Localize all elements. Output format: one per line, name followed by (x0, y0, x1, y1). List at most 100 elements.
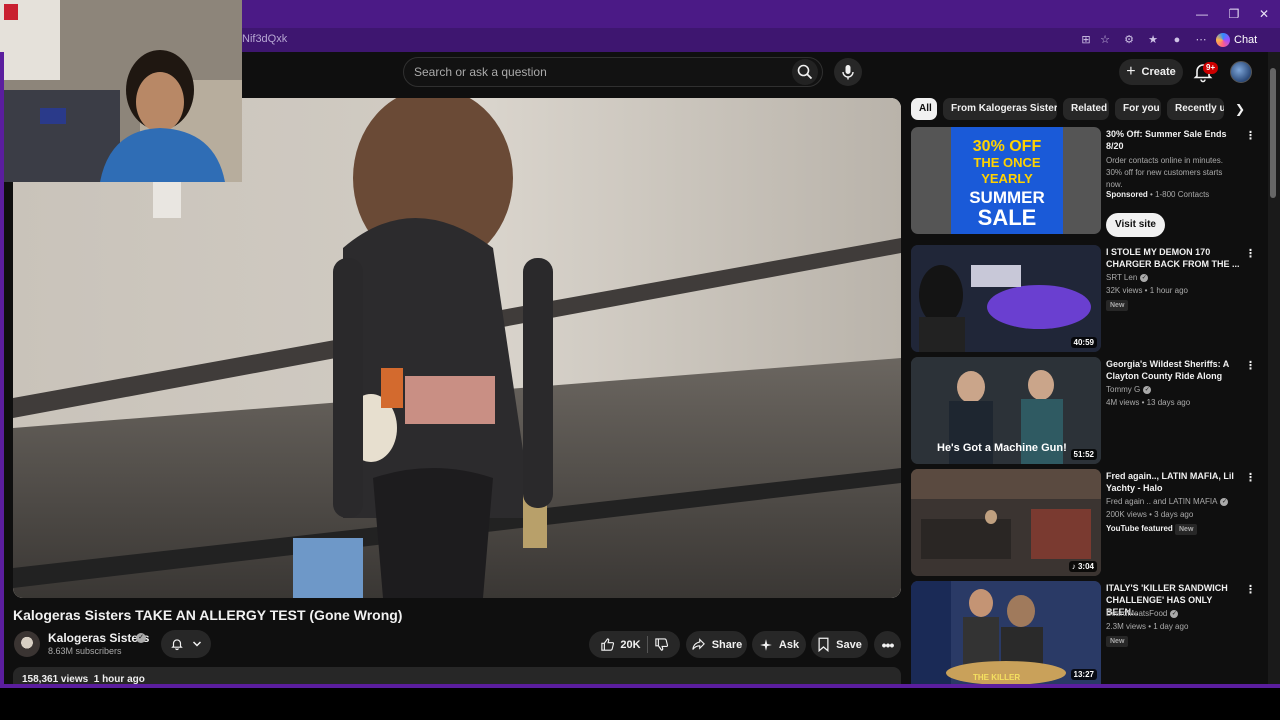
visit-site-button[interactable]: Visit site (1106, 213, 1165, 237)
video-thumbnail[interactable]: 40:59 (911, 245, 1101, 352)
subscription-notifications-button[interactable] (161, 630, 211, 658)
video-stats: 2.3M views • 1 day ago (1106, 622, 1189, 631)
dislike-button[interactable] (654, 637, 669, 652)
ad-thumb-text-2: THE ONCE (973, 155, 1041, 170)
search-box[interactable] (403, 57, 823, 87)
channel-name-text: Fred again .. and LATIN MAFIA (1106, 497, 1218, 506)
more-vertical-icon[interactable]: ⋮ (1245, 129, 1256, 143)
copilot-chat-button[interactable]: Chat (1216, 31, 1257, 49)
description-box[interactable] (13, 667, 901, 684)
search-icon (797, 64, 813, 80)
advertiser-name: 1-800 Contacts (1155, 190, 1210, 199)
thumbs-up-icon (601, 638, 615, 651)
minimize-icon[interactable]: — (1190, 4, 1214, 24)
video-thumbnail[interactable]: He's Got a Machine Gun! 51:52 (911, 357, 1101, 464)
plus-icon: + (1126, 63, 1136, 80)
verified-check-icon: ✓ (1140, 273, 1149, 282)
more-horizontal-icon: ••• (881, 636, 895, 653)
create-label: Create (1141, 66, 1176, 78)
chat-label: Chat (1234, 34, 1258, 46)
verified-check-icon: ✓ (1220, 497, 1229, 506)
channel-avatar[interactable] (14, 631, 40, 657)
video-stats: 200K views • 3 days ago (1106, 510, 1194, 519)
close-icon[interactable]: ✕ (1252, 4, 1276, 24)
video-title-link[interactable]: Georgia's Wildest Sheriffs: A Clayton Co… (1106, 358, 1241, 382)
ask-label: Ask (778, 638, 800, 651)
chip-recently-uploaded[interactable]: Recently up (1167, 98, 1224, 120)
extensions-icon[interactable]: ⚙ (1121, 32, 1137, 48)
video-title-link[interactable]: I STOLE MY DEMON 170 CHARGER BACK FROM T… (1106, 246, 1241, 270)
thumbnail-caption: THE KILLER (973, 673, 1021, 682)
new-badge: New (1106, 300, 1129, 311)
app-available-icon[interactable]: ⊞ (1078, 32, 1094, 48)
featured-label: YouTube featured (1106, 524, 1173, 533)
more-vertical-icon[interactable]: ⋮ (1245, 359, 1256, 373)
account-avatar[interactable] (1230, 61, 1252, 83)
save-button[interactable]: Save (811, 631, 868, 658)
video-channel[interactable]: SRT Len ✓ (1106, 272, 1149, 284)
ask-button[interactable]: Ask (752, 631, 806, 658)
like-divider (646, 636, 648, 653)
ad-description: Order contacts online in minutes. 30% of… (1106, 156, 1223, 189)
favorites-icon[interactable]: ★ (1145, 32, 1161, 48)
create-button[interactable]: + Create (1119, 59, 1183, 85)
more-menu-icon[interactable]: ⋯ (1193, 32, 1209, 48)
new-badge: New (1106, 636, 1129, 647)
channel-name-text: BeardMeatsFood (1106, 609, 1168, 618)
bottom-black-bar (0, 688, 1280, 720)
channel-name-text: Tommy G (1106, 385, 1141, 394)
like-button[interactable]: 20K (600, 637, 641, 652)
video-stats: 32K views • 1 hour ago (1106, 286, 1188, 295)
chip-all[interactable]: All (911, 98, 937, 120)
microphone-icon (842, 65, 854, 80)
favorite-star-icon[interactable]: ☆ (1097, 32, 1113, 48)
share-button[interactable]: Share (686, 631, 747, 658)
thumbs-down-icon (654, 638, 668, 651)
search-input[interactable] (414, 64, 774, 80)
restore-icon[interactable]: ❐ (1222, 4, 1246, 24)
new-badge: New (1175, 524, 1198, 535)
video-title-link[interactable]: Fred again.., LATIN MAFIA, Lil Yachty - … (1106, 470, 1241, 494)
webcam-overlay (0, 0, 242, 182)
video-thumbnail[interactable]: THE KILLER 13:27 (911, 581, 1101, 684)
video-thumbnail[interactable]: ♪ 3:04 (911, 469, 1101, 576)
like-count: 20K (620, 638, 641, 651)
video-channel[interactable]: Tommy G ✓ (1106, 384, 1152, 396)
search-button[interactable] (792, 59, 818, 85)
more-vertical-icon[interactable]: ⋮ (1245, 247, 1256, 261)
save-label: Save (836, 638, 862, 651)
like-dislike-group: 20K (589, 631, 680, 658)
address-url-text[interactable]: Nif3dQxk (242, 33, 287, 45)
ad-thumbnail[interactable]: 30% OFF THE ONCE YEARLY SUMMER SALE (911, 127, 1101, 234)
chevron-right-icon[interactable]: ❯ (1230, 99, 1250, 119)
sponsored-label: Sponsored (1106, 190, 1148, 199)
more-vertical-icon[interactable]: ⋮ (1245, 583, 1256, 597)
copilot-icon (1216, 33, 1230, 47)
chip-for-you[interactable]: For you (1115, 98, 1161, 120)
ad-title[interactable]: 30% Off: Summer Sale Ends 8/20 (1106, 128, 1241, 152)
chip-from-channel[interactable]: From Kalogeras Sisters (943, 98, 1057, 120)
profile-icon[interactable]: ● (1169, 32, 1185, 48)
verified-check-icon: ✓ (136, 633, 146, 643)
video-duration: 13:27 (1070, 669, 1097, 680)
ad-sponsor-line: Sponsored • 1-800 Contacts (1106, 190, 1210, 199)
bookmark-icon (818, 637, 829, 652)
voice-search-button[interactable] (834, 58, 862, 86)
video-channel[interactable]: BeardMeatsFood ✓ (1106, 608, 1179, 620)
share-label: Share (711, 638, 743, 651)
ad-thumb-text-3: YEARLY (981, 171, 1033, 186)
ad-thumb-text-5: SALE (978, 205, 1037, 230)
more-actions-button[interactable]: ••• (874, 631, 901, 658)
video-duration: 51:52 (1070, 449, 1097, 460)
music-note-icon: ♪ (1071, 562, 1076, 571)
verified-check-icon: ✓ (1170, 609, 1179, 618)
channel-name[interactable]: Kalogeras Sisters (48, 631, 149, 645)
more-vertical-icon[interactable]: ⋮ (1245, 471, 1256, 485)
chip-related[interactable]: Related (1063, 98, 1109, 120)
chevron-down-icon (192, 641, 202, 647)
video-title: Kalogeras Sisters TAKE AN ALLERGY TEST (… (13, 607, 403, 623)
ad-thumb-text-1: 30% OFF (973, 138, 1042, 155)
scrollbar-thumb[interactable] (1270, 68, 1276, 198)
video-channel[interactable]: Fred again .. and LATIN MAFIA ✓ (1106, 496, 1229, 508)
video-duration: ♪ 3:04 (1068, 561, 1097, 572)
